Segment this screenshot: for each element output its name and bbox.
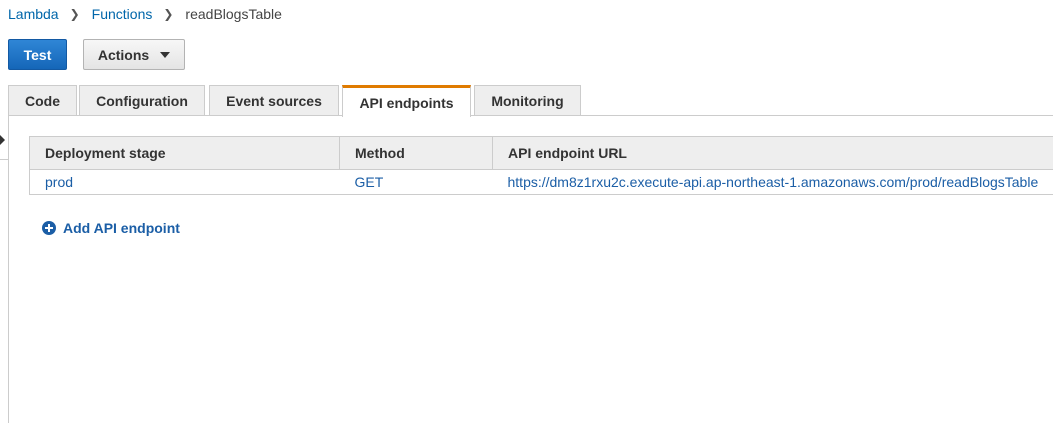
column-header-method: Method <box>339 136 493 170</box>
tab-label: API endpoints <box>359 94 454 111</box>
actions-dropdown-button[interactable]: Actions <box>83 39 185 70</box>
caret-down-icon <box>160 51 171 58</box>
tab-label: Configuration <box>96 93 188 109</box>
add-api-endpoint-button[interactable]: Add API endpoint <box>42 219 180 237</box>
tab-label: Event sources <box>226 93 322 109</box>
column-header-api-endpoint-url: API endpoint URL <box>492 136 1053 170</box>
tab-label: Monitoring <box>491 93 564 109</box>
breadcrumb-current: readBlogsTable <box>185 6 282 22</box>
plus-circle-icon <box>42 221 56 235</box>
divider <box>0 159 8 160</box>
tab-monitoring[interactable]: Monitoring <box>474 85 581 116</box>
tab-configuration[interactable]: Configuration <box>79 85 205 116</box>
actions-button-label: Actions <box>97 46 150 63</box>
api-endpoints-table: Deployment stage Method API endpoint URL… <box>29 136 1053 195</box>
add-api-endpoint-label: Add API endpoint <box>63 220 180 236</box>
breadcrumb-functions[interactable]: Functions <box>92 6 153 22</box>
method-link[interactable]: GET <box>339 169 493 195</box>
test-button-label: Test <box>23 46 52 63</box>
table-header-row: Deployment stage Method API endpoint URL <box>29 136 1053 170</box>
breadcrumb-lambda[interactable]: Lambda <box>8 6 59 22</box>
chevron-right-icon: ❯ <box>69 7 80 21</box>
panel-top-border <box>8 115 1053 116</box>
tab-api-endpoints[interactable]: API endpoints <box>342 85 471 117</box>
table-row: prod GET https://dm8z1rxu2c.execute-api.… <box>29 169 1053 195</box>
tab-label: Code <box>25 93 60 109</box>
breadcrumb: Lambda ❯ Functions ❯ readBlogsTable <box>8 5 282 23</box>
caret-right-icon[interactable] <box>0 135 5 145</box>
tab-event-sources[interactable]: Event sources <box>209 85 339 116</box>
chevron-right-icon: ❯ <box>163 7 174 21</box>
panel-left-border <box>8 115 9 423</box>
test-button[interactable]: Test <box>8 39 67 70</box>
tab-code[interactable]: Code <box>8 85 77 116</box>
api-endpoint-url-link[interactable]: https://dm8z1rxu2c.execute-api.ap-northe… <box>492 169 1053 195</box>
column-header-deployment-stage: Deployment stage <box>29 136 340 170</box>
deployment-stage-link[interactable]: prod <box>29 169 340 195</box>
